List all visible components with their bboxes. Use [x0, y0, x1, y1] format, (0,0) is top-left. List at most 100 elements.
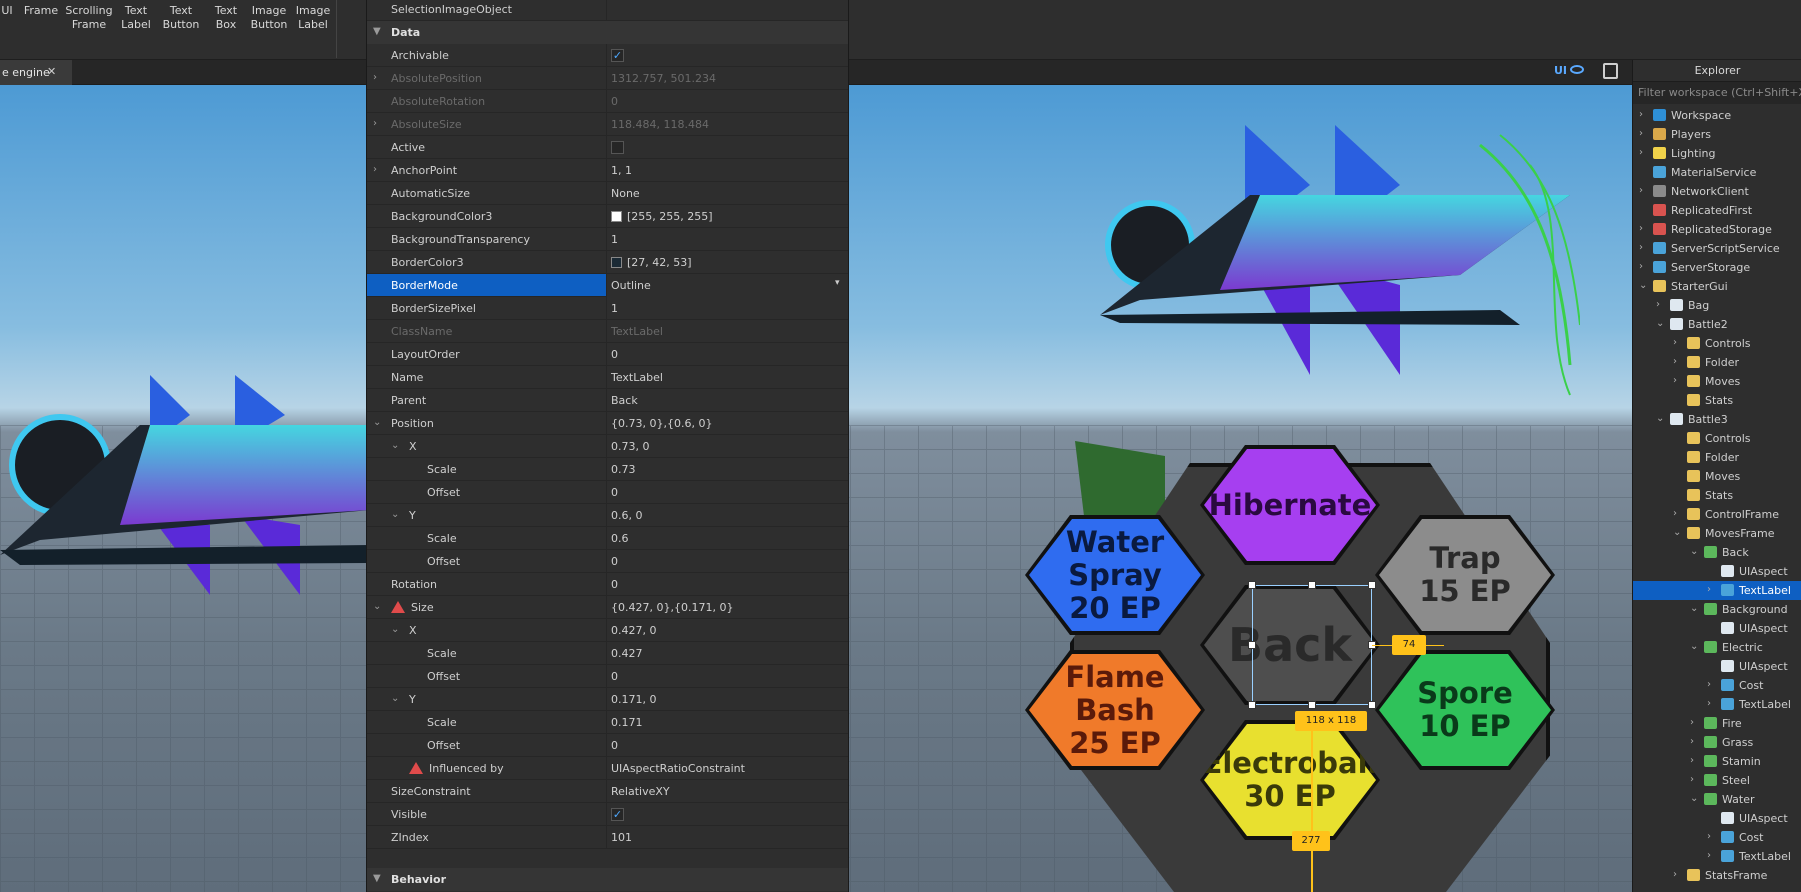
explorer-item-uiaspect[interactable]: UIAspect — [1633, 809, 1801, 828]
property-row-sizeconstraint[interactable]: SizeConstraint RelativeXY — [367, 780, 848, 803]
property-row-anchorpoint[interactable]: › AnchorPoint 1, 1 — [367, 159, 848, 182]
property-row-visible[interactable]: Visible ✓ — [367, 803, 848, 826]
property-row-absolutesize[interactable]: › AbsoluteSize 118.484, 118.484 — [367, 113, 848, 136]
property-row-y[interactable]: ⌄ Y 0.6, 0 — [367, 504, 848, 527]
resize-handle-tr[interactable] — [1368, 581, 1376, 589]
tree-expand-icon[interactable]: › — [1673, 869, 1677, 880]
property-value[interactable]: 1312.757, 501.234 — [611, 72, 716, 85]
property-value[interactable]: 0.6 — [611, 532, 629, 545]
property-row-x[interactable]: ⌄ X 0.73, 0 — [367, 435, 848, 458]
tree-expand-icon[interactable]: ⌄ — [1690, 546, 1698, 557]
property-row-offset[interactable]: Offset 0 — [367, 481, 848, 504]
ribbon-text-button-button[interactable]: Text Button — [158, 4, 204, 32]
tree-expand-icon[interactable]: › — [1639, 109, 1643, 120]
property-value[interactable]: 0.73, 0 — [611, 440, 649, 453]
property-value[interactable]: UIAspectRatioConstraint — [611, 762, 745, 775]
selection-box[interactable] — [1252, 585, 1372, 705]
explorer-item-moves[interactable]: Moves — [1633, 467, 1801, 486]
explorer-item-lighting[interactable]: › Lighting — [1633, 144, 1801, 163]
expand-chevron-icon[interactable]: › — [373, 118, 377, 129]
property-value[interactable]: 0 — [611, 578, 618, 591]
property-value[interactable]: {0.73, 0},{0.6, 0} — [611, 417, 712, 430]
property-row-size[interactable]: ⌄ Size {0.427, 0},{0.171, 0} — [367, 596, 848, 619]
resize-handle-b[interactable] — [1308, 701, 1316, 709]
expand-chevron-icon[interactable]: ⌄ — [373, 417, 381, 428]
tree-expand-icon[interactable]: › — [1690, 774, 1694, 785]
expand-chevron-icon[interactable]: ⌄ — [391, 693, 399, 704]
explorer-item-battle2[interactable]: ⌄ Battle2 — [1633, 315, 1801, 334]
ribbon-text-box-button[interactable]: Text Box — [208, 4, 244, 32]
property-value[interactable]: 0.73 — [611, 463, 636, 476]
property-value[interactable]: 0 — [611, 486, 618, 499]
property-row-rotation[interactable]: Rotation 0 — [367, 573, 848, 596]
property-checkbox[interactable] — [611, 141, 624, 154]
explorer-item-fire[interactable]: › Fire — [1633, 714, 1801, 733]
property-row-offset[interactable]: Offset 0 — [367, 550, 848, 573]
property-value[interactable]: 0 — [611, 348, 618, 361]
color-swatch-icon[interactable] — [611, 211, 622, 222]
tree-expand-icon[interactable]: › — [1707, 679, 1711, 690]
property-row-parent[interactable]: Parent Back — [367, 389, 848, 412]
tree-expand-icon[interactable]: › — [1639, 223, 1643, 234]
expand-chevron-icon[interactable]: ⌄ — [391, 624, 399, 635]
property-value[interactable]: 0 — [611, 555, 618, 568]
tree-expand-icon[interactable]: ⌄ — [1673, 527, 1681, 538]
property-row-bordercolor3[interactable]: BorderColor3 [27, 42, 53] — [367, 251, 848, 274]
expand-chevron-icon[interactable]: ⌄ — [391, 509, 399, 520]
tree-expand-icon[interactable]: › — [1707, 831, 1711, 842]
explorer-item-cost[interactable]: › Cost — [1633, 676, 1801, 695]
tree-expand-icon[interactable]: › — [1639, 242, 1643, 253]
explorer-item-back[interactable]: ⌄ Back — [1633, 543, 1801, 562]
explorer-item-stats[interactable]: Stats — [1633, 391, 1801, 410]
expand-chevron-icon[interactable]: ⌄ — [391, 440, 399, 451]
property-value[interactable]: 0.171, 0 — [611, 693, 656, 706]
property-value[interactable]: {0.427, 0},{0.171, 0} — [611, 601, 733, 614]
tree-expand-icon[interactable]: › — [1673, 356, 1677, 367]
explorer-filter-input[interactable]: Filter workspace (Ctrl+Shift+X) — [1633, 82, 1801, 104]
property-value[interactable]: None — [611, 187, 640, 200]
property-value[interactable]: Outline — [611, 279, 651, 292]
explorer-item-folder[interactable]: › Folder — [1633, 353, 1801, 372]
explorer-item-uiaspect[interactable]: UIAspect — [1633, 619, 1801, 638]
resize-handle-tl[interactable] — [1248, 581, 1256, 589]
explorer-item-textlabel[interactable]: › TextLabel — [1633, 847, 1801, 866]
property-row-layoutorder[interactable]: LayoutOrder 0 — [367, 343, 848, 366]
property-row-name[interactable]: Name TextLabel — [367, 366, 848, 389]
property-row-backgroundtransparency[interactable]: BackgroundTransparency 1 — [367, 228, 848, 251]
tree-expand-icon[interactable]: › — [1690, 717, 1694, 728]
property-value[interactable]: [255, 255, 255] — [627, 210, 713, 223]
explorer-item-controls[interactable]: › Controls — [1633, 334, 1801, 353]
property-row-y[interactable]: ⌄ Y 0.171, 0 — [367, 688, 848, 711]
property-value[interactable]: 0.6, 0 — [611, 509, 643, 522]
explorer-item-movesframe[interactable]: ⌄ MovesFrame — [1633, 524, 1801, 543]
explorer-item-workspace[interactable]: › Workspace — [1633, 106, 1801, 125]
expand-chevron-icon[interactable]: › — [373, 164, 377, 175]
explorer-item-background[interactable]: ⌄ Background — [1633, 600, 1801, 619]
resize-handle-bl[interactable] — [1248, 701, 1256, 709]
property-checkbox[interactable]: ✓ — [611, 808, 624, 821]
property-row-scale[interactable]: Scale 0.6 — [367, 527, 848, 550]
explorer-item-electric[interactable]: ⌄ Electric — [1633, 638, 1801, 657]
resize-handle-t[interactable] — [1308, 581, 1316, 589]
property-row-archivable[interactable]: Archivable ✓ — [367, 44, 848, 67]
property-row-selection-image[interactable]: SelectionImageObject — [367, 0, 848, 23]
ribbon-ui-button[interactable]: UI — [0, 4, 14, 18]
dropdown-arrow-icon[interactable]: ▾ — [835, 278, 840, 288]
resize-handle-br[interactable] — [1368, 701, 1376, 709]
tree-expand-icon[interactable]: ⌄ — [1690, 641, 1698, 652]
property-value[interactable]: 0.171 — [611, 716, 643, 729]
tree-expand-icon[interactable]: ⌄ — [1656, 318, 1664, 329]
property-value[interactable]: 1 — [611, 233, 618, 246]
property-row-scale[interactable]: Scale 0.171 — [367, 711, 848, 734]
property-row-classname[interactable]: ClassName TextLabel — [367, 320, 848, 343]
property-value[interactable]: TextLabel — [611, 371, 663, 384]
tree-expand-icon[interactable]: › — [1639, 185, 1643, 196]
property-value[interactable]: 0 — [611, 739, 618, 752]
expand-chevron-icon[interactable]: ⌄ — [373, 601, 381, 612]
ribbon-image-label-button[interactable]: Image Label — [293, 4, 333, 32]
explorer-item-bag[interactable]: › Bag — [1633, 296, 1801, 315]
property-value[interactable]: 0.427 — [611, 647, 643, 660]
property-row-scale[interactable]: Scale 0.427 — [367, 642, 848, 665]
explorer-item-water[interactable]: ⌄ Water — [1633, 790, 1801, 809]
property-value[interactable]: 0 — [611, 670, 618, 683]
